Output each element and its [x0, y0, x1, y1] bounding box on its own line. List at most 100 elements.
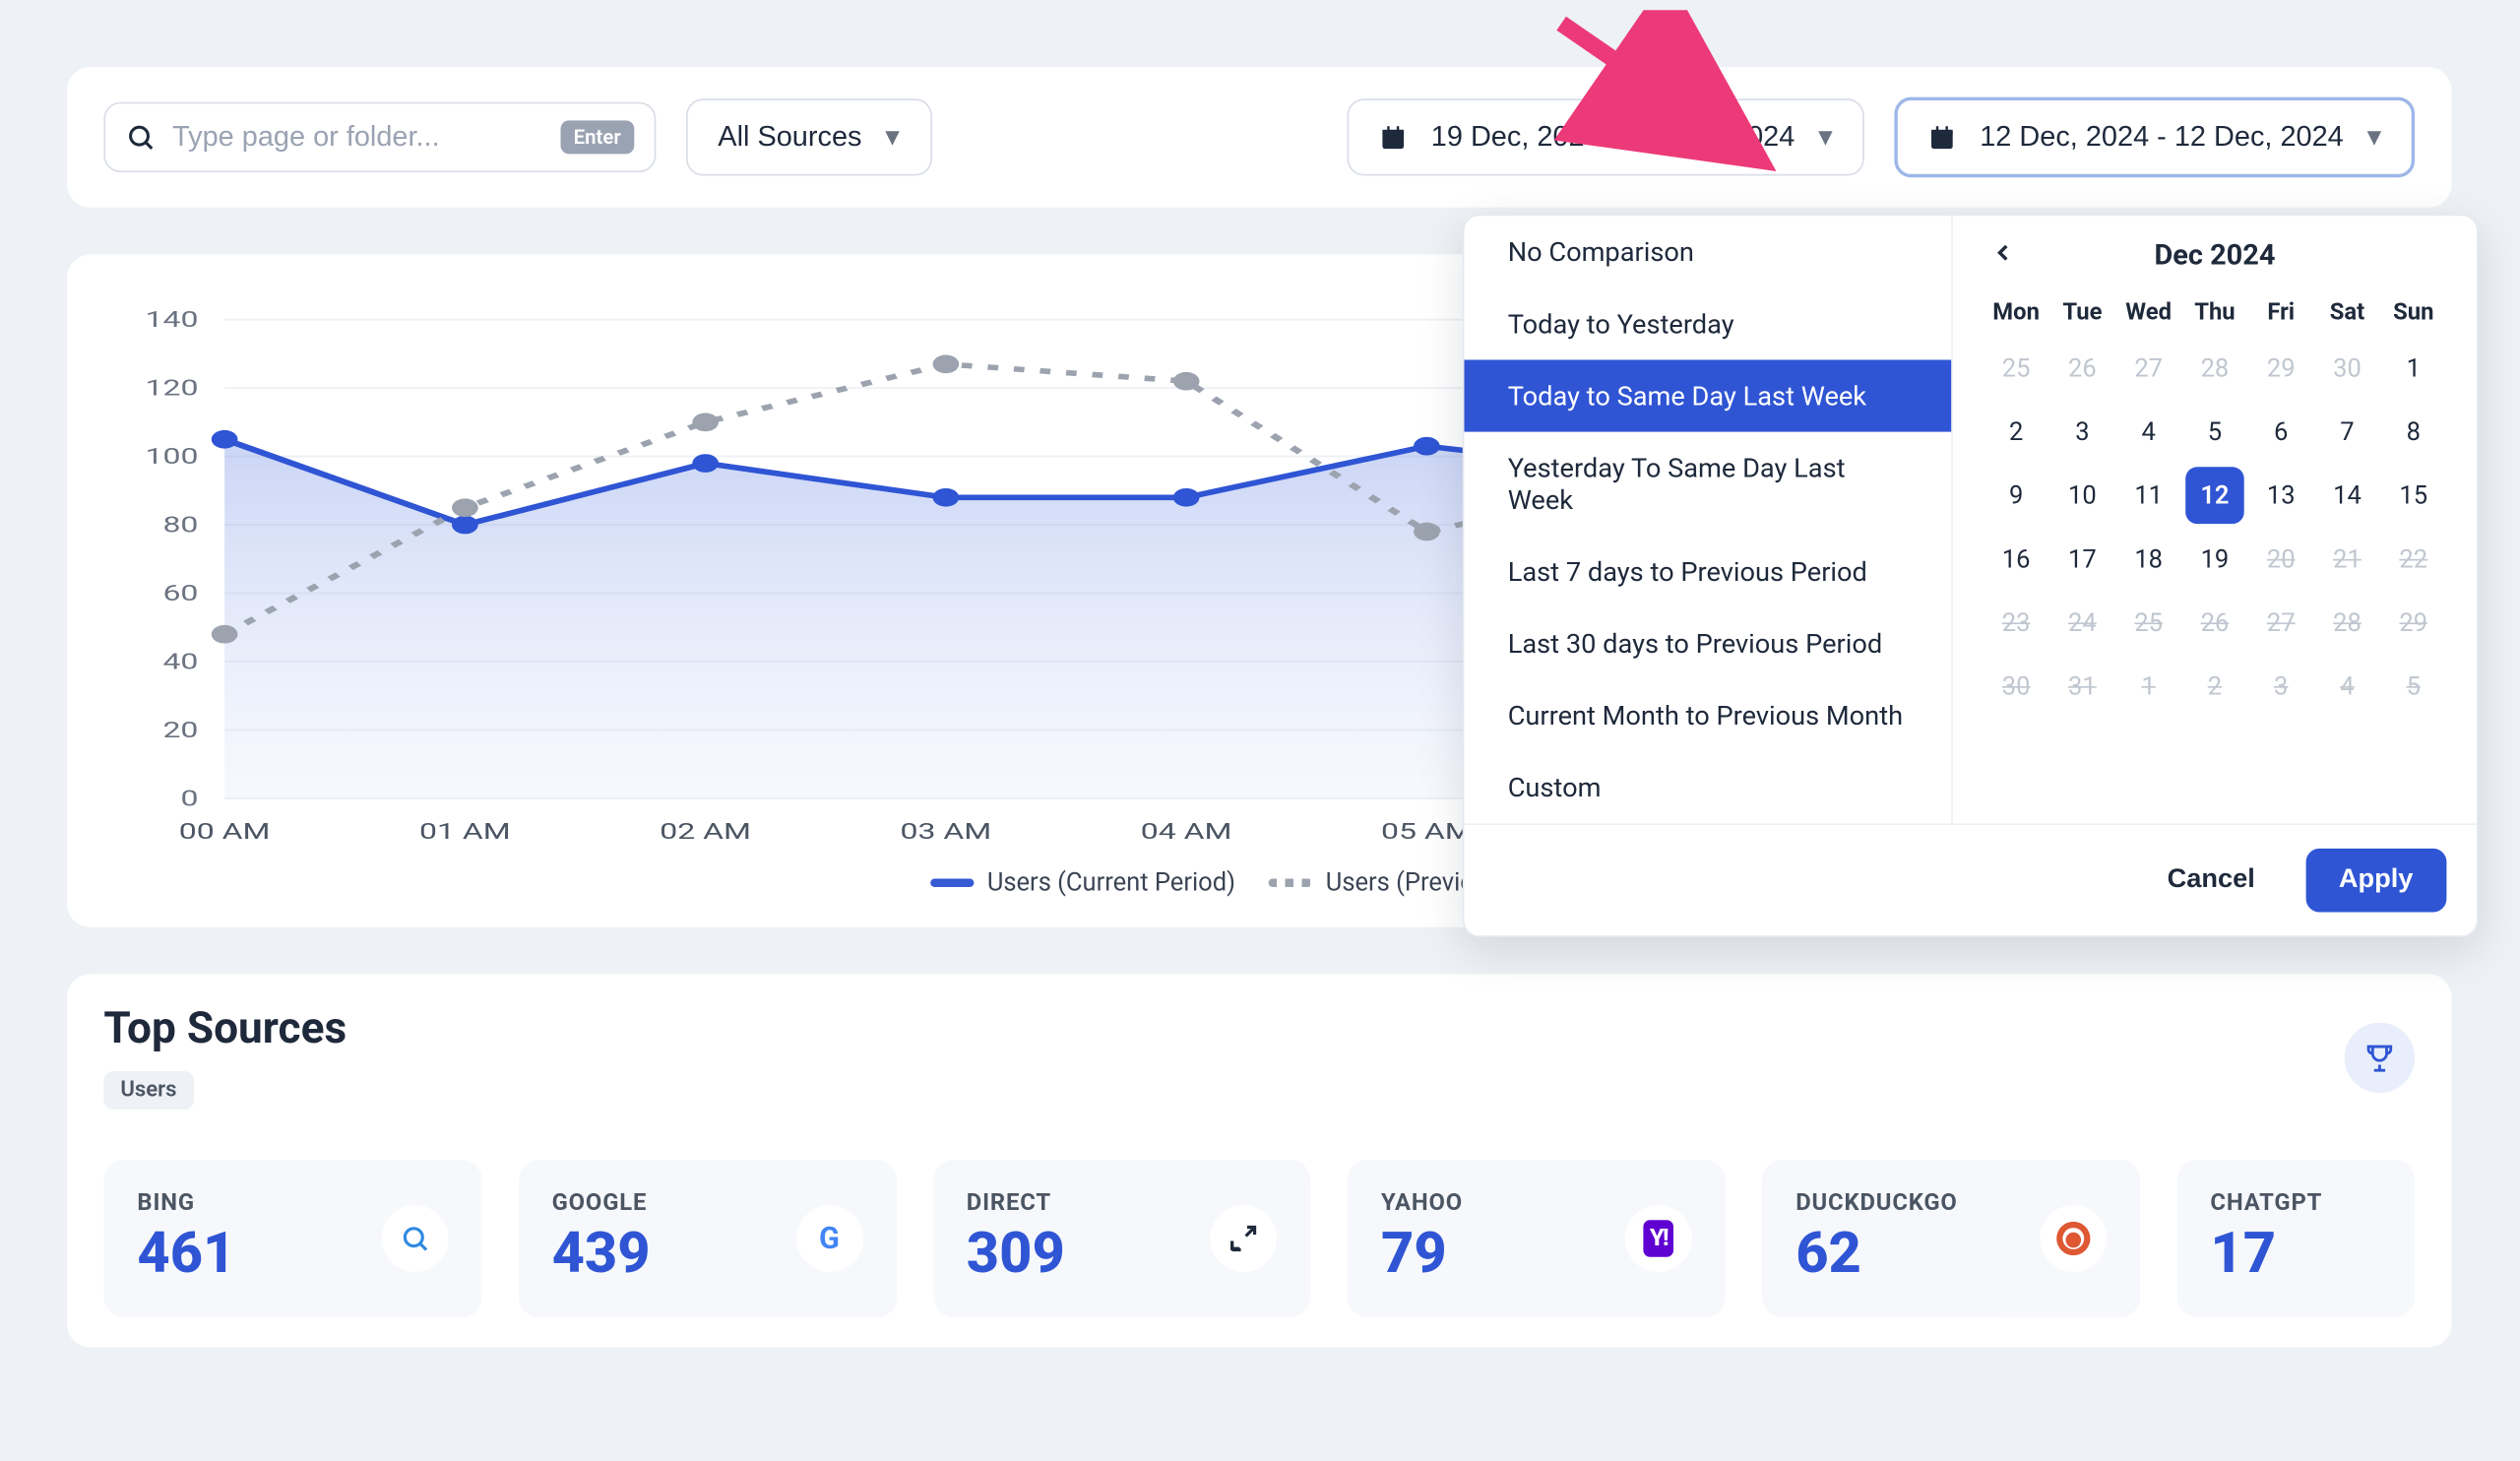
calendar-day[interactable]: 7 [2317, 404, 2376, 461]
source-name: GOOGLE [552, 1190, 651, 1217]
sources-dropdown[interactable]: All Sources ▾ [686, 98, 931, 175]
preset-item[interactable]: Custom [1465, 751, 1952, 823]
preset-item[interactable]: No Comparison [1465, 216, 1952, 287]
svg-text:20: 20 [162, 717, 198, 743]
calendar-day[interactable]: 10 [2052, 467, 2111, 524]
calendar-day: 28 [2317, 595, 2376, 652]
calendar-day: 2 [2185, 658, 2244, 715]
search-input[interactable] [172, 120, 543, 154]
svg-text:01 AM: 01 AM [419, 818, 511, 845]
calendar-day: 26 [2185, 595, 2244, 652]
chevron-down-icon: ▾ [1818, 120, 1833, 154]
source-value: 17 [2210, 1220, 2322, 1287]
calendar-day[interactable]: 5 [2185, 404, 2244, 461]
preset-item[interactable]: Last 30 days to Previous Period [1465, 607, 1952, 679]
trophy-button[interactable] [2345, 1022, 2415, 1092]
calendar-day[interactable]: 12 [2185, 467, 2244, 524]
chevron-down-icon: ▾ [885, 120, 900, 154]
calendar-day: 30 [1986, 658, 2046, 715]
apply-button[interactable]: Apply [2305, 849, 2447, 913]
preset-item[interactable]: Yesterday To Same Day Last Week [1465, 432, 1952, 536]
calendar-day[interactable]: 6 [2251, 404, 2310, 461]
calendar-day: 28 [2185, 340, 2244, 397]
svg-text:120: 120 [146, 375, 199, 402]
source-card[interactable]: DIRECT 309 [933, 1160, 1311, 1317]
search-icon [126, 122, 157, 153]
calendar-day: 29 [2384, 595, 2443, 652]
calendar-day: 25 [2118, 595, 2177, 652]
calendar-dow: Wed [2115, 289, 2181, 337]
preset-item[interactable]: Today to Same Day Last Week [1465, 360, 1952, 432]
calendar-day[interactable]: 15 [2384, 467, 2443, 524]
preset-item[interactable]: Current Month to Previous Month [1465, 679, 1952, 751]
calendar-day[interactable]: 11 [2118, 467, 2177, 524]
calendar-dow: Mon [1984, 289, 2049, 337]
svg-text:05 AM: 05 AM [1381, 818, 1473, 845]
top-sources-card: Top Sources Users BING 461 GOOGLE 439 G … [67, 974, 2452, 1347]
calendar-day: 27 [2251, 595, 2310, 652]
calendar-dow: Sun [2380, 289, 2446, 337]
calendar-prev-button[interactable] [1984, 232, 2024, 280]
source-value: 309 [967, 1220, 1065, 1287]
svg-text:02 AM: 02 AM [660, 818, 751, 845]
calendar-dow: Fri [2248, 289, 2314, 337]
metric-pill[interactable]: Users [103, 1071, 193, 1110]
compare-range-dropdown[interactable]: 12 Dec, 2024 - 12 Dec, 2024 ▾ [1895, 97, 2416, 178]
source-card[interactable]: DUCKDUCKGO 62 [1762, 1160, 2140, 1317]
source-name: DIRECT [967, 1190, 1065, 1217]
source-name: DUCKDUCKGO [1796, 1190, 1958, 1217]
calendar-dow: Thu [2181, 289, 2247, 337]
trophy-icon [2362, 1041, 2396, 1074]
preset-item[interactable]: Today to Yesterday [1465, 287, 1952, 359]
calendar-day[interactable]: 17 [2052, 531, 2111, 588]
calendar-day[interactable]: 14 [2317, 467, 2376, 524]
svg-text:03 AM: 03 AM [901, 818, 992, 845]
enter-hint-badge: Enter [560, 120, 634, 154]
calendar-day[interactable]: 8 [2384, 404, 2443, 461]
date-range-dropdown[interactable]: 19 Dec, 2024 - 19 Dec, 2024 ▾ [1348, 98, 1864, 175]
calendar-day[interactable]: 2 [1986, 404, 2046, 461]
calendar-day[interactable]: 1 [2384, 340, 2443, 397]
source-name: CHATGPT [2210, 1190, 2322, 1217]
source-value: 62 [1796, 1220, 1958, 1287]
source-value: 79 [1381, 1220, 1463, 1287]
legend-current: Users (Current Period) [930, 867, 1235, 898]
compare-range-panel: No ComparisonToday to YesterdayToday to … [1463, 215, 2479, 937]
calendar-day: 24 [2052, 595, 2111, 652]
calendar-icon [1928, 123, 1957, 152]
yahoo-icon: Y! [1625, 1205, 1692, 1272]
search-input-wrap[interactable]: Enter [103, 102, 656, 172]
svg-text:60: 60 [162, 580, 198, 606]
source-name: YAHOO [1381, 1190, 1463, 1217]
calendar: Dec 2024 MonTueWedThuFriSatSun 252627282… [1953, 216, 2477, 823]
calendar-icon [1379, 123, 1408, 152]
calendar-day: 1 [2118, 658, 2177, 715]
calendar-day: 26 [2052, 340, 2111, 397]
calendar-day: 27 [2118, 340, 2177, 397]
source-card[interactable]: BING 461 [103, 1160, 481, 1317]
direct-icon [1211, 1205, 1278, 1272]
calendar-day: 29 [2251, 340, 2310, 397]
calendar-day[interactable]: 18 [2118, 531, 2177, 588]
calendar-day: 22 [2384, 531, 2443, 588]
bing-icon [381, 1205, 448, 1272]
svg-text:00 AM: 00 AM [179, 818, 271, 845]
calendar-day[interactable]: 19 [2185, 531, 2244, 588]
calendar-day: 3 [2251, 658, 2310, 715]
calendar-day: 4 [2317, 658, 2376, 715]
preset-item[interactable]: Last 7 days to Previous Period [1465, 536, 1952, 607]
svg-text:140: 140 [146, 306, 199, 333]
cancel-button[interactable]: Cancel [2144, 849, 2279, 913]
calendar-day: 5 [2384, 658, 2443, 715]
calendar-day[interactable]: 9 [1986, 467, 2046, 524]
calendar-day[interactable]: 13 [2251, 467, 2310, 524]
source-card[interactable]: GOOGLE 439 G [519, 1160, 897, 1317]
calendar-day[interactable]: 4 [2118, 404, 2177, 461]
source-name: BING [137, 1190, 235, 1217]
calendar-day[interactable]: 16 [1986, 531, 2046, 588]
calendar-day[interactable]: 3 [2052, 404, 2111, 461]
source-card[interactable]: YAHOO 79 Y! [1348, 1160, 1726, 1317]
calendar-dow: Tue [2049, 289, 2115, 337]
calendar-day: 23 [1986, 595, 2046, 652]
source-card[interactable]: CHATGPT 17 [2176, 1160, 2415, 1317]
